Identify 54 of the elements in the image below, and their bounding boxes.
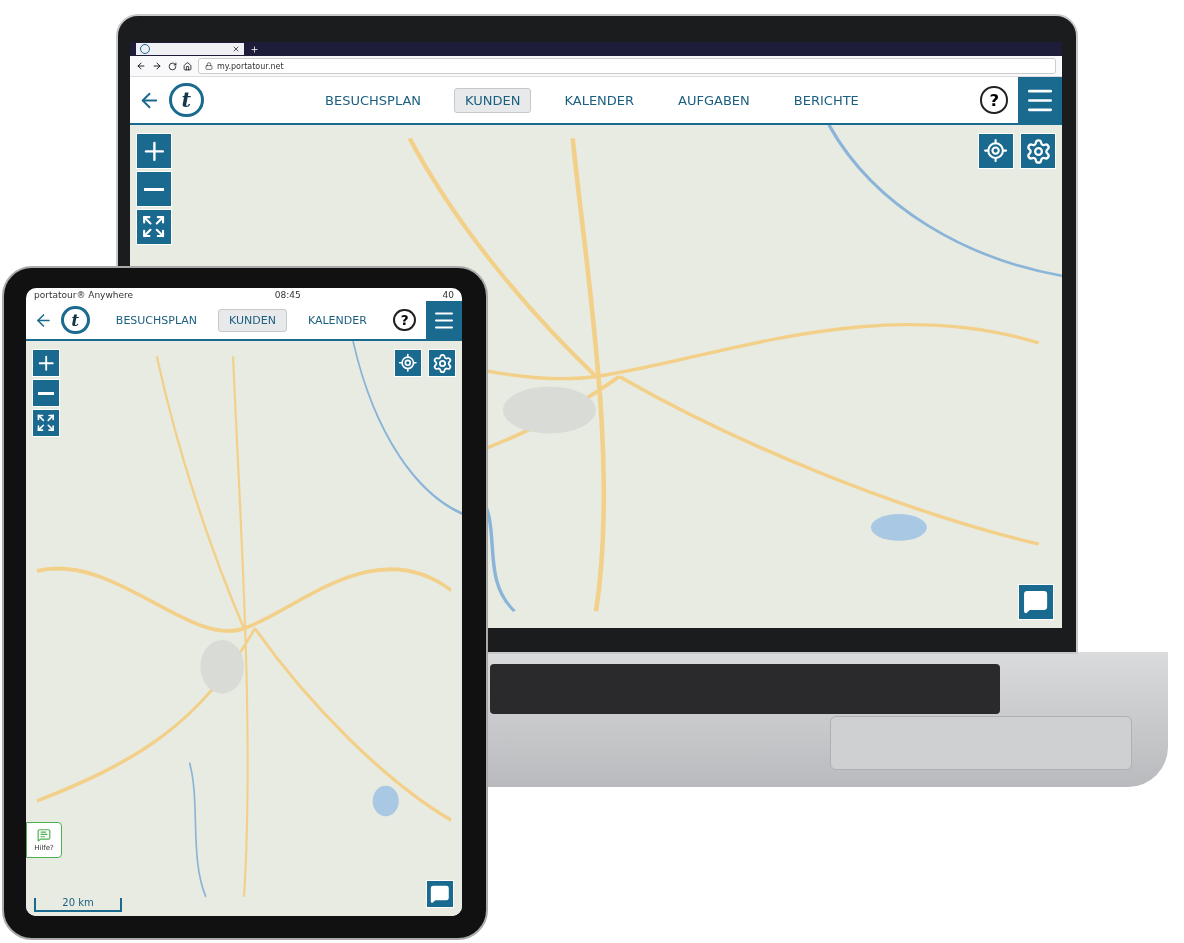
minus-icon	[143, 187, 165, 191]
battery-level: 40	[442, 289, 454, 300]
locate-icon	[398, 353, 418, 373]
zoom-out-button[interactable]	[136, 171, 172, 207]
fullscreen-button[interactable]	[32, 409, 60, 437]
forward-icon	[152, 61, 162, 71]
nav-tab[interactable]: KALENDER	[296, 308, 378, 332]
speech-bubble-icon	[430, 884, 450, 904]
zoom-in-button[interactable]	[32, 349, 60, 377]
lake	[372, 785, 399, 817]
home-icon	[183, 61, 192, 71]
chat-icon	[37, 828, 51, 842]
help-button[interactable]: ?	[980, 86, 1008, 114]
browser-tab[interactable]	[136, 43, 244, 55]
scale-bar: 20 km	[34, 898, 122, 912]
comment-button[interactable]	[426, 880, 454, 908]
nav-tab[interactable]: AUFGABEN	[667, 87, 761, 113]
locate-button[interactable]	[978, 133, 1014, 169]
settings-icon	[1024, 137, 1052, 165]
city-area	[200, 640, 244, 694]
nav-tab[interactable]: KUNDEN	[218, 308, 287, 332]
speech-bubble-icon	[1023, 589, 1049, 615]
settings-button[interactable]	[1020, 133, 1056, 169]
logo: t	[61, 305, 90, 335]
menu-button[interactable]	[426, 301, 462, 339]
new-tab-icon	[250, 44, 259, 54]
close-icon	[232, 45, 240, 53]
address-bar[interactable]: my.portatour.net	[198, 58, 1056, 74]
back-icon	[136, 61, 146, 71]
nav-tab[interactable]: BESUCHSPLAN	[314, 87, 433, 113]
nav-tab[interactable]: KUNDEN	[454, 87, 532, 113]
status-time: 08:45	[274, 289, 301, 300]
menu-button[interactable]	[1018, 77, 1062, 123]
locate-icon	[983, 138, 1009, 164]
reload-icon	[168, 61, 177, 71]
url-text: my.portatour.net	[217, 61, 284, 71]
nav-tab[interactable]: BESUCHSPLAN	[104, 308, 209, 332]
zoom-in-button[interactable]	[136, 133, 172, 169]
settings-button[interactable]	[428, 349, 456, 377]
status-app-name: portatour® Anywhere	[34, 289, 134, 300]
expand-icon	[141, 214, 167, 240]
lock-icon	[205, 62, 213, 70]
comment-button[interactable]	[1018, 584, 1054, 620]
logo: t	[169, 82, 204, 118]
fullscreen-button[interactable]	[136, 209, 172, 245]
lake	[870, 514, 927, 541]
zoom-out-button[interactable]	[32, 379, 60, 407]
minus-icon	[38, 391, 54, 395]
locate-button[interactable]	[394, 349, 422, 377]
settings-icon	[431, 352, 453, 374]
help-button[interactable]: ?	[393, 308, 416, 332]
expand-icon	[36, 413, 56, 433]
nav-tab[interactable]: KALENDER	[553, 87, 646, 113]
nav-tab[interactable]: BERICHTE	[782, 87, 870, 113]
